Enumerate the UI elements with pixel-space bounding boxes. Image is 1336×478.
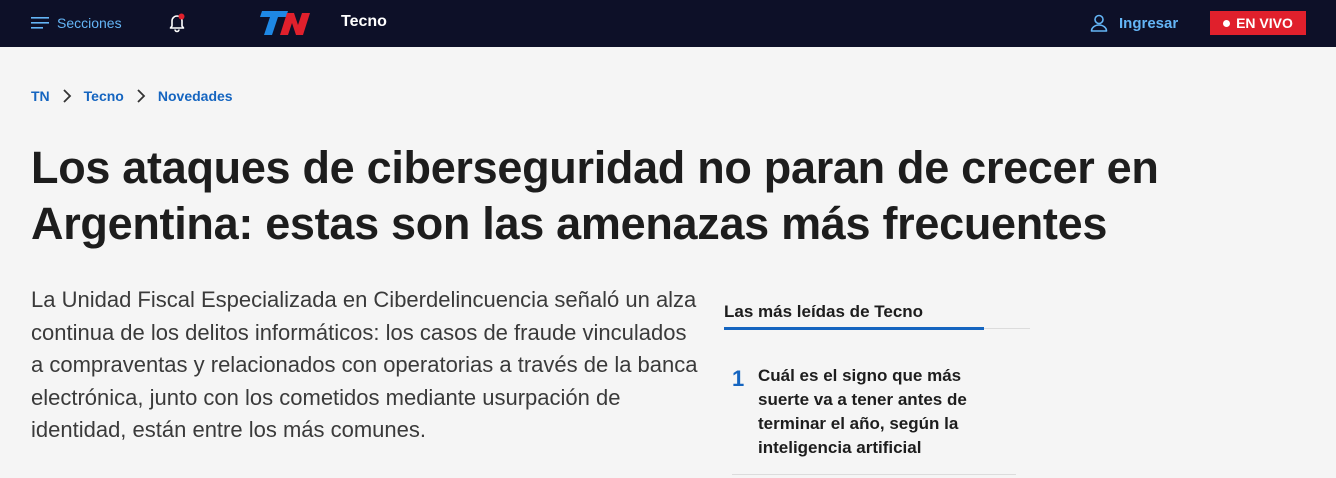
most-read-sidebar: Las más leídas de Tecno 1 Cuál es el sig… (724, 296, 1030, 475)
live-button[interactable]: EN VIVO (1210, 11, 1306, 35)
live-label: EN VIVO (1236, 15, 1293, 31)
most-read-title: Las más leídas de Tecno (724, 302, 924, 321)
chevron-right-icon (136, 89, 146, 103)
most-read-divider (724, 327, 1030, 330)
current-section-label[interactable]: Tecno (341, 13, 387, 31)
login-label: Ingresar (1119, 14, 1179, 32)
top-navigation-bar: Secciones Tecno Ingresar EN VIVO (0, 0, 1336, 47)
article-headline: Los ataques de ciberseguridad no paran d… (31, 142, 1159, 249)
breadcrumb-item-tecno[interactable]: Tecno (84, 88, 124, 104)
notifications-button[interactable] (166, 11, 188, 33)
sections-menu-button[interactable]: Secciones (31, 13, 122, 33)
chevron-right-icon (62, 89, 72, 103)
login-button[interactable]: Ingresar (1089, 12, 1178, 34)
live-dot-icon (1223, 19, 1231, 27)
breadcrumb-item-tn[interactable]: TN (31, 88, 50, 104)
tn-logo[interactable] (258, 9, 312, 37)
tn-logo-icon (260, 11, 310, 35)
hamburger-icon (31, 17, 49, 29)
user-icon (1090, 14, 1108, 32)
breadcrumb: TN Tecno Novedades (31, 86, 233, 106)
list-divider (732, 474, 1016, 475)
breadcrumb-item-novedades[interactable]: Novedades (158, 88, 233, 104)
sections-menu-label: Secciones (57, 15, 122, 31)
bell-icon (169, 13, 185, 33)
article-lead: La Unidad Fiscal Especializada en Ciberd… (31, 287, 698, 442)
most-read-rank: 1 (732, 366, 745, 391)
most-read-item-title[interactable]: Cuál es el signo que más suerte va a ten… (758, 364, 998, 460)
